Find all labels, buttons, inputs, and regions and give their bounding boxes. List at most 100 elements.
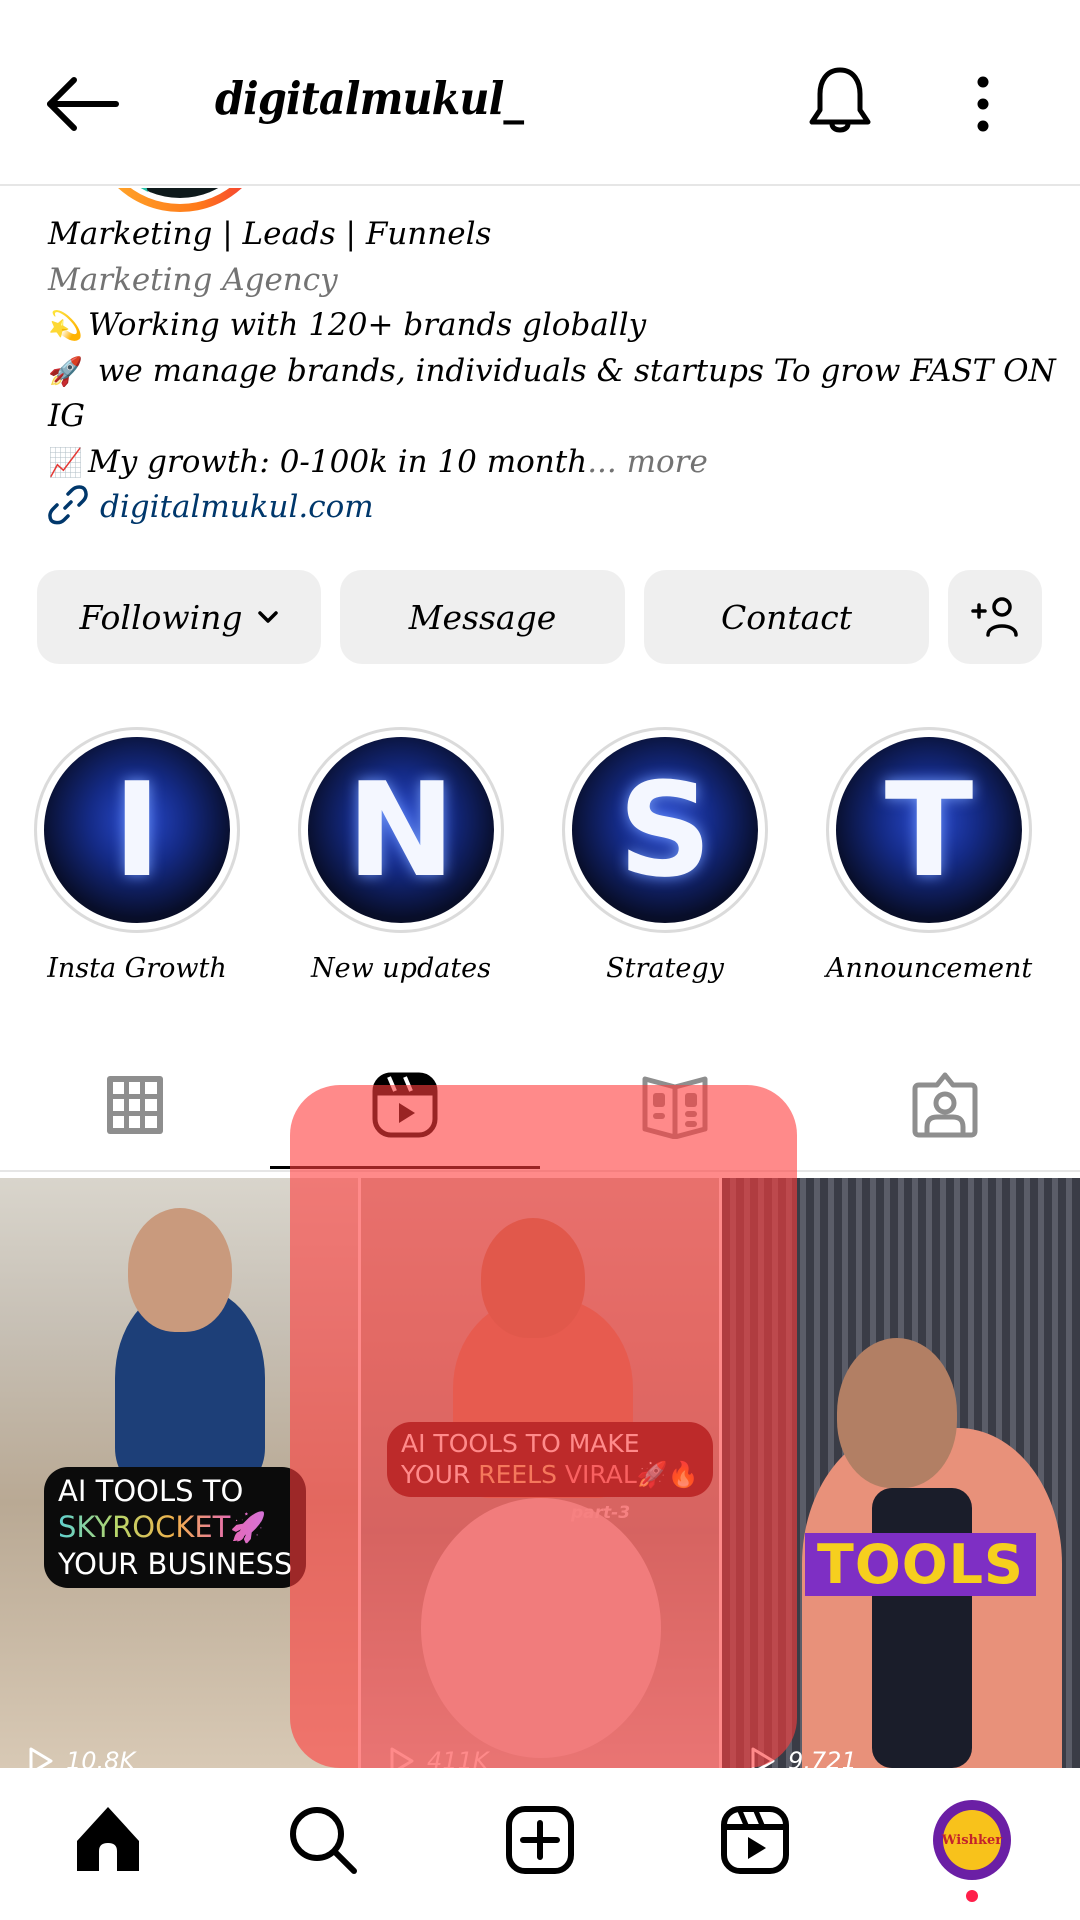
following-button[interactable]: Following — [37, 570, 321, 664]
rocket-emoji-icon: 🚀 — [48, 354, 83, 388]
caption-line: SKYROCKET🚀 — [58, 1509, 292, 1545]
website-link[interactable]: digitalmukul.com — [100, 489, 374, 525]
profile-avatar: Wishker — [933, 1800, 1011, 1880]
reel-subject-shirt — [872, 1488, 972, 1768]
bio-text: IG — [48, 398, 86, 434]
highlight-insta-growth[interactable]: I Insta Growth — [34, 727, 240, 984]
following-label: Following — [79, 597, 243, 637]
highlight-cover: S — [572, 737, 758, 923]
link-icon — [48, 485, 88, 525]
reel-subject-face — [837, 1338, 957, 1488]
grid-icon — [107, 1076, 163, 1134]
contact-button[interactable]: Contact — [644, 570, 929, 664]
bell-icon — [809, 67, 871, 133]
reel-caption: TOOLS — [805, 1533, 1036, 1596]
active-tab-indicator — [270, 1166, 540, 1169]
reel-view-count: 9,721 — [750, 1746, 857, 1768]
highlight-ring: I — [34, 727, 240, 933]
highlight-letter: I — [112, 754, 162, 906]
play-icon — [390, 1747, 414, 1768]
avatar-text: Wishker — [942, 1810, 1002, 1870]
add-person-icon — [971, 597, 1018, 637]
tab-reels[interactable] — [270, 1040, 540, 1170]
caption-emoji: 🚀🔥 — [636, 1460, 700, 1490]
create-post-icon — [506, 1806, 574, 1874]
tab-guides[interactable] — [540, 1040, 810, 1170]
tagged-person-icon — [912, 1072, 978, 1138]
chart-emoji-icon: 📈 — [48, 445, 83, 479]
reel-thumbnail[interactable]: TOOLS 9,721 — [722, 1178, 1080, 1768]
search-icon — [290, 1807, 357, 1874]
suggested-users-button[interactable] — [948, 570, 1042, 664]
message-button[interactable]: Message — [340, 570, 625, 664]
profile-username: digitalmukul_ — [215, 72, 524, 125]
nav-create[interactable] — [490, 1790, 590, 1890]
bio-name-line: Marketing | Leads | Funnels — [48, 216, 492, 252]
highlight-label: Announcement — [826, 953, 1033, 984]
highlight-label: Strategy — [606, 953, 724, 984]
bio-category: Marketing Agency — [48, 261, 338, 298]
tab-posts[interactable] — [0, 1040, 270, 1170]
highlight-label: Insta Growth — [47, 953, 227, 984]
play-icon — [29, 1747, 53, 1768]
bio-line: 📈 My growth: 0-100k in 10 month... more — [48, 440, 1058, 486]
caption-line: YOUR REELS VIRAL🚀🔥 — [401, 1459, 699, 1490]
nav-home[interactable] — [58, 1790, 158, 1890]
bio-text: My growth: 0-100k in 10 month — [88, 443, 588, 480]
notification-dot — [966, 1890, 978, 1902]
reels-icon — [372, 1072, 438, 1138]
view-count: 10.8K — [66, 1747, 136, 1768]
highlight-letter: N — [346, 754, 456, 906]
reel-caption: AI TOOLS TO MAKE YOUR REELS VIRAL🚀🔥 — [387, 1422, 714, 1497]
highlight-strategy[interactable]: S Strategy — [562, 727, 768, 984]
bio-line: 🚀 we manage brands, individuals & startu… — [48, 349, 1058, 395]
bio-text: Working with 120+ brands globally — [88, 307, 647, 343]
highlight-cover: I — [44, 737, 230, 923]
highlight-label: New updates — [310, 953, 492, 984]
more-options-button[interactable] — [968, 76, 998, 132]
nav-reels[interactable] — [705, 1790, 805, 1890]
nav-search[interactable] — [273, 1790, 373, 1890]
highlight-ring: N — [298, 727, 504, 933]
arrow-left-icon — [47, 77, 119, 131]
bio-line: 💫 Working with 120+ brands globally — [48, 303, 1058, 349]
caption-line: YOUR BUSINESS — [58, 1546, 293, 1581]
reel-subtitle: part-3 — [571, 1503, 631, 1523]
contact-label: Contact — [720, 597, 853, 637]
nav-profile[interactable]: Wishker — [922, 1790, 1022, 1890]
caption-line: AI TOOLS TO — [58, 1474, 244, 1508]
reels-grid: AI TOOLS TO SKYROCKET🚀 YOUR BUSINESS 10.… — [0, 1178, 1080, 1768]
highlight-announcement[interactable]: T Announcement — [826, 727, 1032, 984]
reel-table — [421, 1498, 661, 1758]
caption-line: AI TOOLS TO MAKE — [401, 1429, 640, 1458]
reel-view-count: 10.8K — [28, 1746, 135, 1768]
more-vertical-icon — [977, 76, 989, 132]
reel-thumbnail[interactable]: AI TOOLS TO MAKE YOUR REELS VIRAL🚀🔥 part… — [361, 1178, 719, 1768]
reel-subject-face — [128, 1208, 232, 1332]
bio-website[interactable]: digitalmukul.com — [48, 485, 1058, 531]
highlight-cover: N — [308, 737, 494, 923]
caption-word: REELS — [478, 1460, 557, 1490]
play-icon — [751, 1747, 775, 1768]
reel-thumbnail[interactable]: AI TOOLS TO SKYROCKET🚀 YOUR BUSINESS 10.… — [0, 1178, 358, 1768]
bio-more-link[interactable]: ... more — [587, 444, 708, 480]
bio-line: IG — [48, 394, 1058, 440]
dizzy-emoji-icon: 💫 — [48, 309, 83, 342]
bottom-navigation: Wishker — [0, 1768, 1080, 1920]
highlight-letter: S — [618, 754, 712, 906]
message-label: Message — [408, 597, 557, 637]
tab-tagged[interactable] — [810, 1040, 1080, 1170]
view-count: 411K — [427, 1747, 489, 1768]
highlight-new-updates[interactable]: N New updates — [298, 727, 504, 984]
profile-header: digitalmukul_ — [0, 0, 1080, 186]
reel-view-count: 411K — [389, 1746, 489, 1768]
reels-icon — [721, 1806, 789, 1874]
highlight-letter: T — [884, 754, 974, 906]
highlight-ring: S — [562, 727, 768, 933]
reel-caption: AI TOOLS TO SKYROCKET🚀 YOUR BUSINESS — [44, 1467, 307, 1588]
chevron-down-icon — [257, 611, 278, 623]
back-button[interactable] — [44, 76, 120, 132]
highlight-cover: T — [836, 737, 1022, 923]
caption-word: VIRAL — [556, 1460, 637, 1490]
notifications-button[interactable] — [806, 66, 874, 138]
